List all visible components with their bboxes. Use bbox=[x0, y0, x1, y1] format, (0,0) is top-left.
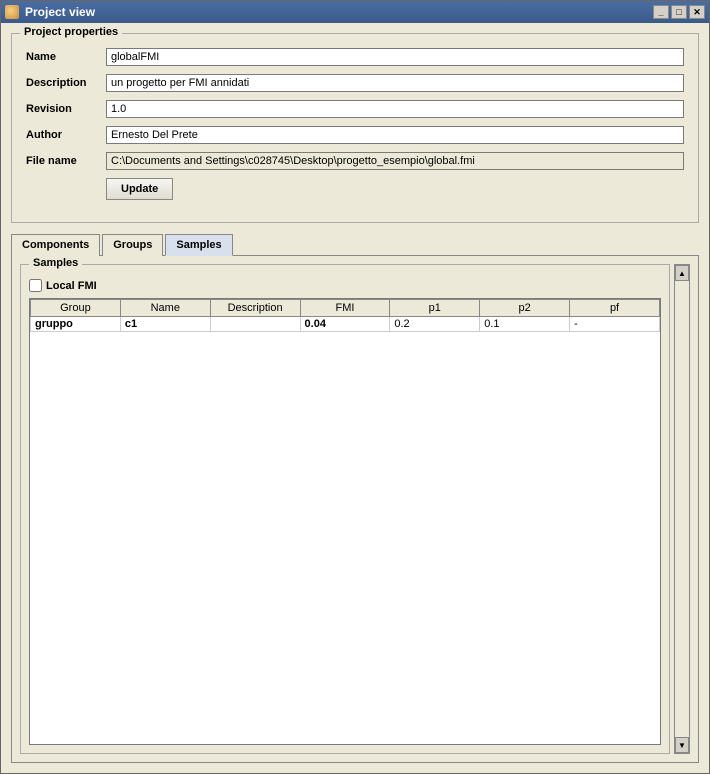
filename-label: File name bbox=[26, 155, 106, 167]
table-empty-area bbox=[30, 332, 660, 712]
filename-input bbox=[106, 152, 684, 170]
tab-groups[interactable]: Groups bbox=[102, 234, 163, 256]
col-group[interactable]: Group bbox=[31, 300, 121, 317]
col-name[interactable]: Name bbox=[120, 300, 210, 317]
update-button[interactable]: Update bbox=[106, 178, 173, 200]
revision-label: Revision bbox=[26, 103, 106, 115]
col-p1[interactable]: p1 bbox=[390, 300, 480, 317]
titlebar: Project view _ □ ✕ bbox=[1, 1, 709, 23]
tabs-row: Components Groups Samples bbox=[11, 233, 699, 256]
tab-samples[interactable]: Samples bbox=[165, 234, 232, 256]
col-p2[interactable]: p2 bbox=[480, 300, 570, 317]
project-view-window: Project view _ □ ✕ Project properties Na… bbox=[0, 0, 710, 774]
name-label: Name bbox=[26, 51, 106, 63]
tab-content: Samples Local FMI Group Name Description bbox=[11, 256, 699, 763]
window-controls: _ □ ✕ bbox=[653, 5, 705, 19]
tab-components[interactable]: Components bbox=[11, 234, 100, 256]
table-row[interactable]: gruppo c1 0.04 0.2 0.1 - bbox=[31, 317, 660, 332]
description-label: Description bbox=[26, 77, 106, 89]
content-area: Project properties Name Description Revi… bbox=[1, 23, 709, 773]
local-fmi-label: Local FMI bbox=[46, 280, 97, 292]
author-input[interactable] bbox=[106, 126, 684, 144]
vertical-scrollbar[interactable]: ▲ ▼ bbox=[674, 264, 690, 754]
close-button[interactable]: ✕ bbox=[689, 5, 705, 19]
samples-fieldset: Samples Local FMI Group Name Description bbox=[20, 264, 670, 754]
revision-input[interactable] bbox=[106, 100, 684, 118]
maximize-button[interactable]: □ bbox=[671, 5, 687, 19]
cell-pf[interactable]: - bbox=[570, 317, 660, 332]
window-title: Project view bbox=[25, 5, 653, 19]
local-fmi-checkbox[interactable] bbox=[29, 279, 42, 292]
cell-description[interactable] bbox=[210, 317, 300, 332]
cell-group[interactable]: gruppo bbox=[31, 317, 121, 332]
project-properties-fieldset: Project properties Name Description Revi… bbox=[11, 33, 699, 223]
samples-legend: Samples bbox=[29, 257, 82, 269]
samples-table-wrap: Group Name Description FMI p1 p2 pf bbox=[29, 298, 661, 745]
java-icon bbox=[5, 5, 19, 19]
cell-p2[interactable]: 0.1 bbox=[480, 317, 570, 332]
col-description[interactable]: Description bbox=[210, 300, 300, 317]
project-properties-legend: Project properties bbox=[20, 26, 122, 38]
description-input[interactable] bbox=[106, 74, 684, 92]
cell-name[interactable]: c1 bbox=[120, 317, 210, 332]
author-label: Author bbox=[26, 129, 106, 141]
cell-fmi[interactable]: 0.04 bbox=[300, 317, 390, 332]
name-input[interactable] bbox=[106, 48, 684, 66]
col-fmi[interactable]: FMI bbox=[300, 300, 390, 317]
cell-p1[interactable]: 0.2 bbox=[390, 317, 480, 332]
scroll-down-icon[interactable]: ▼ bbox=[675, 737, 689, 753]
col-pf[interactable]: pf bbox=[570, 300, 660, 317]
minimize-button[interactable]: _ bbox=[653, 5, 669, 19]
scroll-up-icon[interactable]: ▲ bbox=[675, 265, 689, 281]
samples-table: Group Name Description FMI p1 p2 pf bbox=[30, 299, 660, 332]
